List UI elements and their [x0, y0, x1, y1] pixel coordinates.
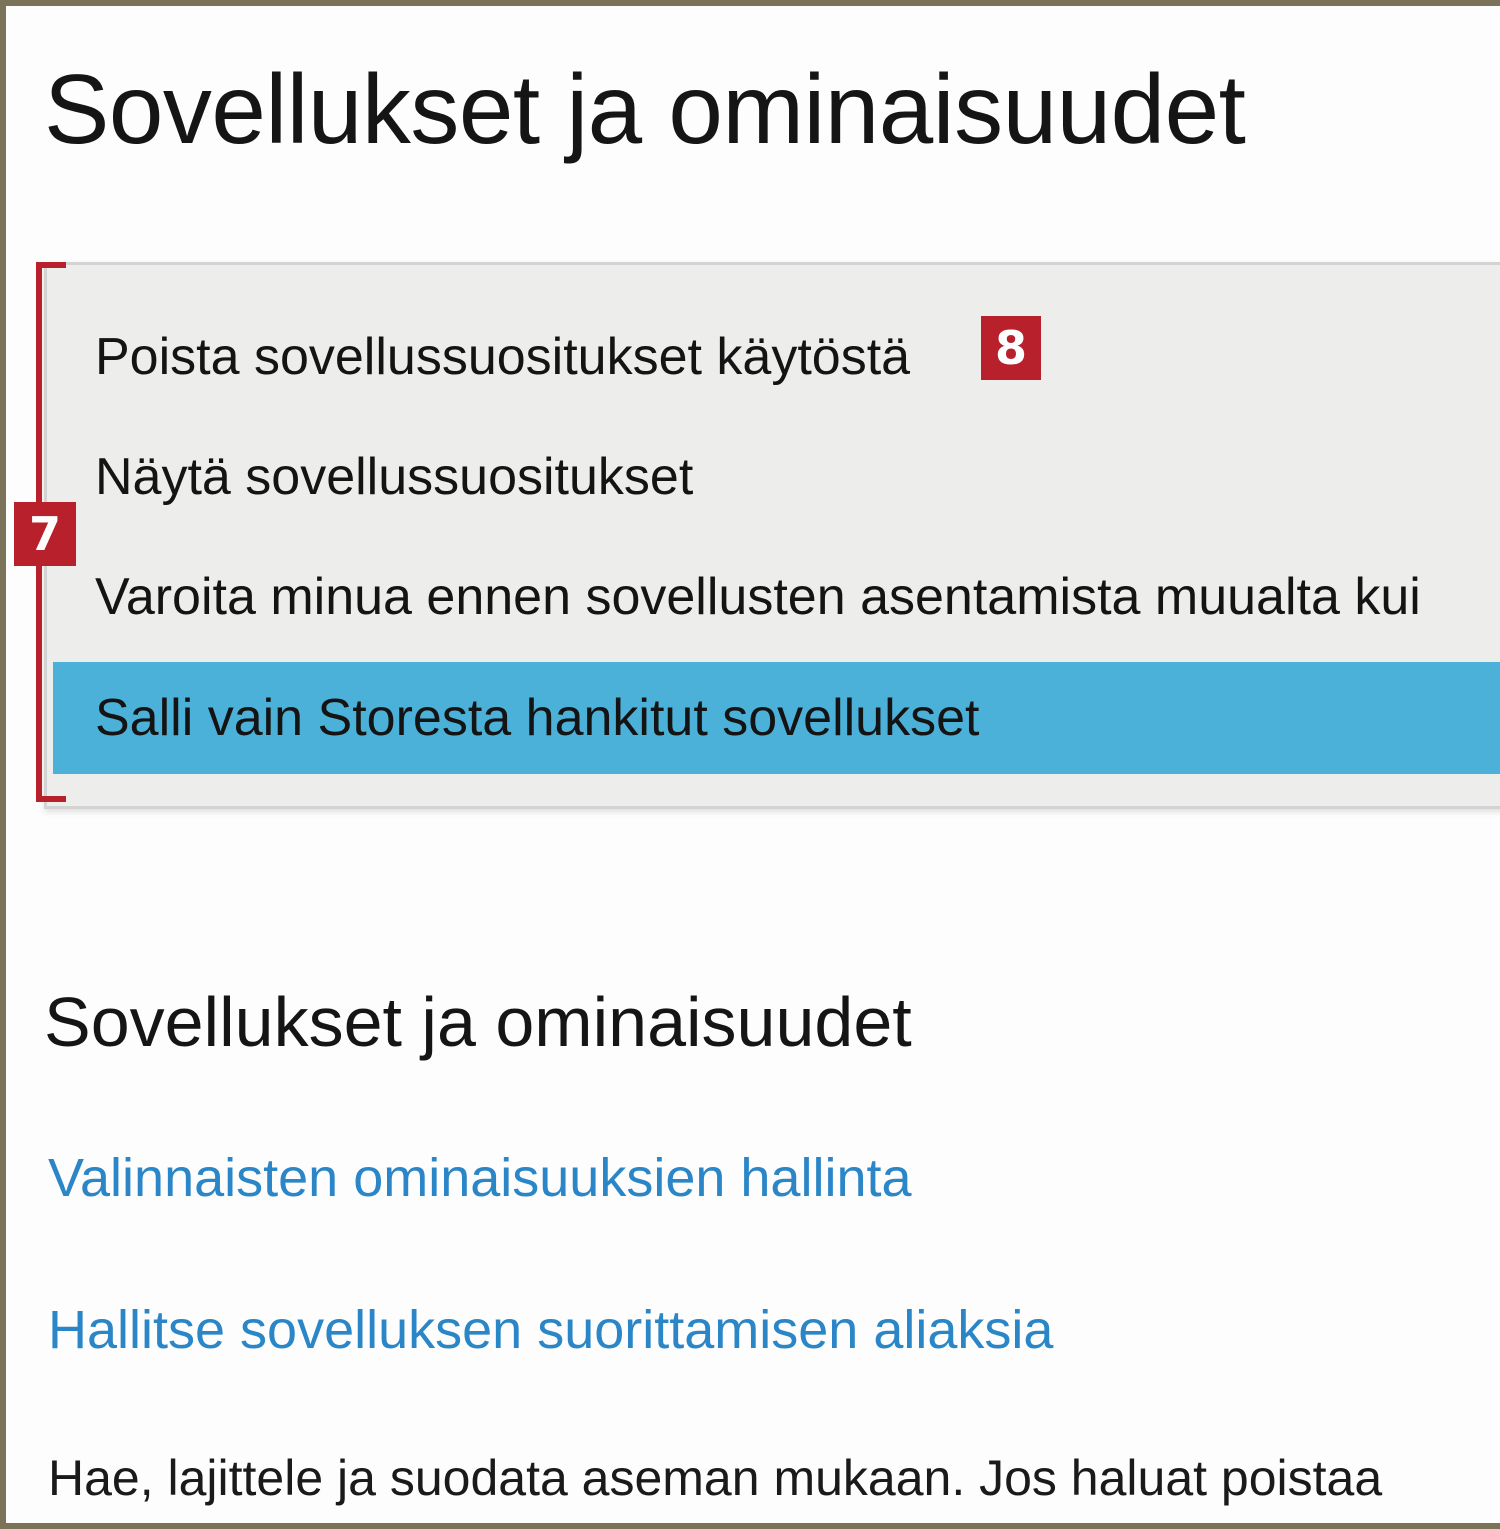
- optional-features-link[interactable]: Valinnaisten ominaisuuksien hallinta: [48, 1144, 912, 1212]
- option-show-recommendations[interactable]: Näytä sovellussuositukset: [53, 421, 1500, 533]
- section-heading: Sovellukset ja ominaisuudet: [44, 983, 912, 1061]
- annotation-marker-7: 7: [14, 502, 76, 566]
- page-title: Sovellukset ja ominaisuudet: [44, 54, 1246, 164]
- annotation-marker-8: 8: [981, 316, 1041, 380]
- option-store-only[interactable]: Salli vain Storesta hankitut sovellukset: [53, 662, 1500, 774]
- app-execution-aliases-link[interactable]: Hallitse sovelluksen suorittamisen aliak…: [48, 1296, 1053, 1364]
- install-source-dropdown[interactable]: Poista sovellussuositukset käytöstä Näyt…: [44, 262, 1500, 809]
- apps-description: Hae, lajittele ja suodata aseman mukaan.…: [48, 1450, 1383, 1506]
- option-warn-before-install[interactable]: Varoita minua ennen sovellusten asentami…: [53, 541, 1500, 653]
- option-disable-recommendations[interactable]: Poista sovellussuositukset käytöstä: [53, 301, 1500, 413]
